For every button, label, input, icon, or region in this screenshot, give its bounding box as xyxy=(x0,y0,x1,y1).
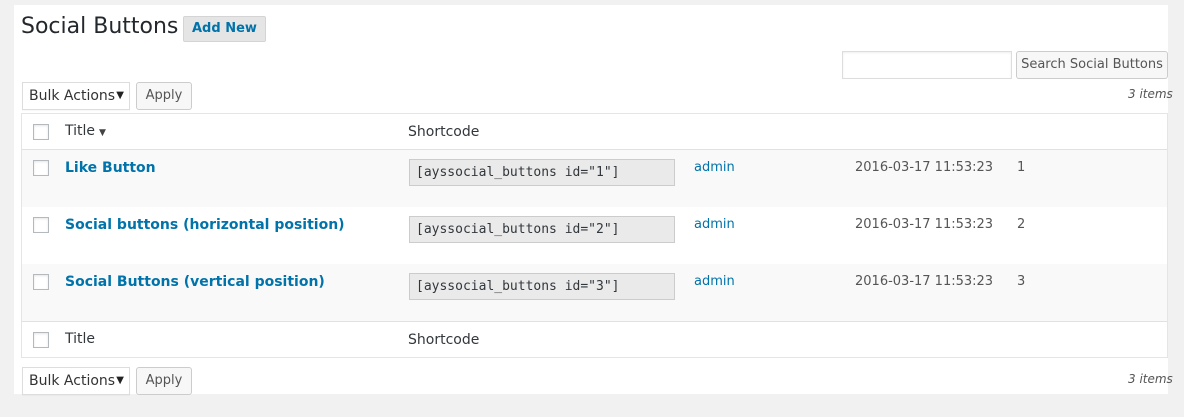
dropdown-arrow-icon: ▼ xyxy=(116,375,124,386)
sort-down-icon: ▼ xyxy=(99,128,106,138)
select-all-checkbox[interactable] xyxy=(33,124,49,140)
row-id: 2 xyxy=(1017,217,1026,232)
row-id: 1 xyxy=(1017,160,1026,175)
row-checkbox[interactable] xyxy=(33,217,49,233)
row-author-link[interactable]: admin xyxy=(694,274,735,289)
column-title-footer[interactable]: Title xyxy=(65,331,95,347)
column-shortcode-header: Shortcode xyxy=(408,124,480,140)
bulk-actions-label: Bulk Actions xyxy=(29,373,116,389)
bulk-actions-label: Bulk Actions xyxy=(29,88,116,104)
table-footer: Title Shortcode xyxy=(22,321,1167,357)
select-all-checkbox-footer[interactable] xyxy=(33,332,49,348)
column-shortcode-footer: Shortcode xyxy=(408,332,480,348)
dropdown-arrow-icon: ▼ xyxy=(116,90,124,101)
items-count: 3 items xyxy=(1128,87,1173,101)
row-checkbox[interactable] xyxy=(33,160,49,176)
table-row: Social Buttons (vertical position) [ayss… xyxy=(22,264,1167,321)
shortcode-field[interactable]: [ayssocial_buttons id="1"] xyxy=(409,159,675,186)
row-author-link[interactable]: admin xyxy=(694,217,735,232)
search-button[interactable]: Search Social Buttons xyxy=(1016,51,1168,79)
bulk-actions-select[interactable]: Bulk Actions ▼ xyxy=(22,82,130,110)
page-title: Social Buttons xyxy=(21,14,179,39)
table-row: Like Button [ayssocial_buttons id="1"] a… xyxy=(22,150,1167,207)
row-checkbox[interactable] xyxy=(33,274,49,290)
row-id: 3 xyxy=(1017,274,1026,289)
row-title-link[interactable]: Social Buttons (vertical position) xyxy=(65,274,325,290)
row-date: 2016-03-17 11:53:23 xyxy=(855,274,994,289)
bulk-actions-select-bottom[interactable]: Bulk Actions ▼ xyxy=(22,367,130,395)
row-title-link[interactable]: Social buttons (horizontal position) xyxy=(65,217,345,233)
shortcode-field[interactable]: [ayssocial_buttons id="3"] xyxy=(409,273,675,300)
shortcode-field[interactable]: [ayssocial_buttons id="2"] xyxy=(409,216,675,243)
column-title-label: Title xyxy=(65,123,96,139)
add-new-button[interactable]: Add New xyxy=(183,16,266,42)
table-row: Social buttons (horizontal position) [ay… xyxy=(22,207,1167,264)
social-buttons-table: Title ▼ Shortcode Like Button [ayssocial_… xyxy=(21,113,1168,358)
row-title-link[interactable]: Like Button xyxy=(65,160,156,176)
search-input[interactable] xyxy=(842,51,1012,79)
row-date: 2016-03-17 11:53:23 xyxy=(855,217,994,232)
row-author-link[interactable]: admin xyxy=(694,160,735,175)
apply-button-bottom[interactable]: Apply xyxy=(136,367,192,395)
table-header: Title ▼ Shortcode xyxy=(22,114,1167,150)
row-date: 2016-03-17 11:53:23 xyxy=(855,160,994,175)
apply-button[interactable]: Apply xyxy=(136,82,192,110)
column-title-header[interactable]: Title ▼ xyxy=(65,123,106,139)
items-count-bottom: 3 items xyxy=(1128,372,1173,386)
